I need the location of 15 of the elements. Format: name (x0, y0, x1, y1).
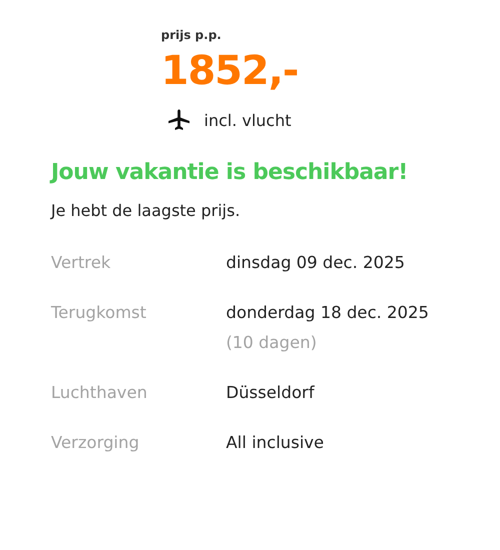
detail-note: (10 dagen) (226, 332, 318, 354)
detail-label: Terugkomst (51, 302, 148, 324)
detail-label: Verzorging (51, 432, 140, 454)
detail-label: Vertrek (51, 252, 112, 274)
detail-value: dinsdag 09 dec. 2025 (226, 252, 405, 274)
lowest-price-message: Je hebt de laagste prijs. (51, 201, 242, 220)
price-label: prijs p.p. (161, 28, 222, 42)
price-amount: 1852,- (161, 48, 300, 94)
detail-label: Luchthaven (51, 382, 148, 404)
detail-value: All inclusive (226, 432, 324, 454)
airplane-icon (166, 108, 192, 132)
flight-included-text: incl. vlucht (204, 110, 292, 130)
detail-value: Düsseldorf (226, 382, 314, 404)
detail-value: donderdag 18 dec. 2025 (226, 302, 429, 324)
availability-heading: Jouw vakantie is beschikbaar! (51, 160, 409, 185)
